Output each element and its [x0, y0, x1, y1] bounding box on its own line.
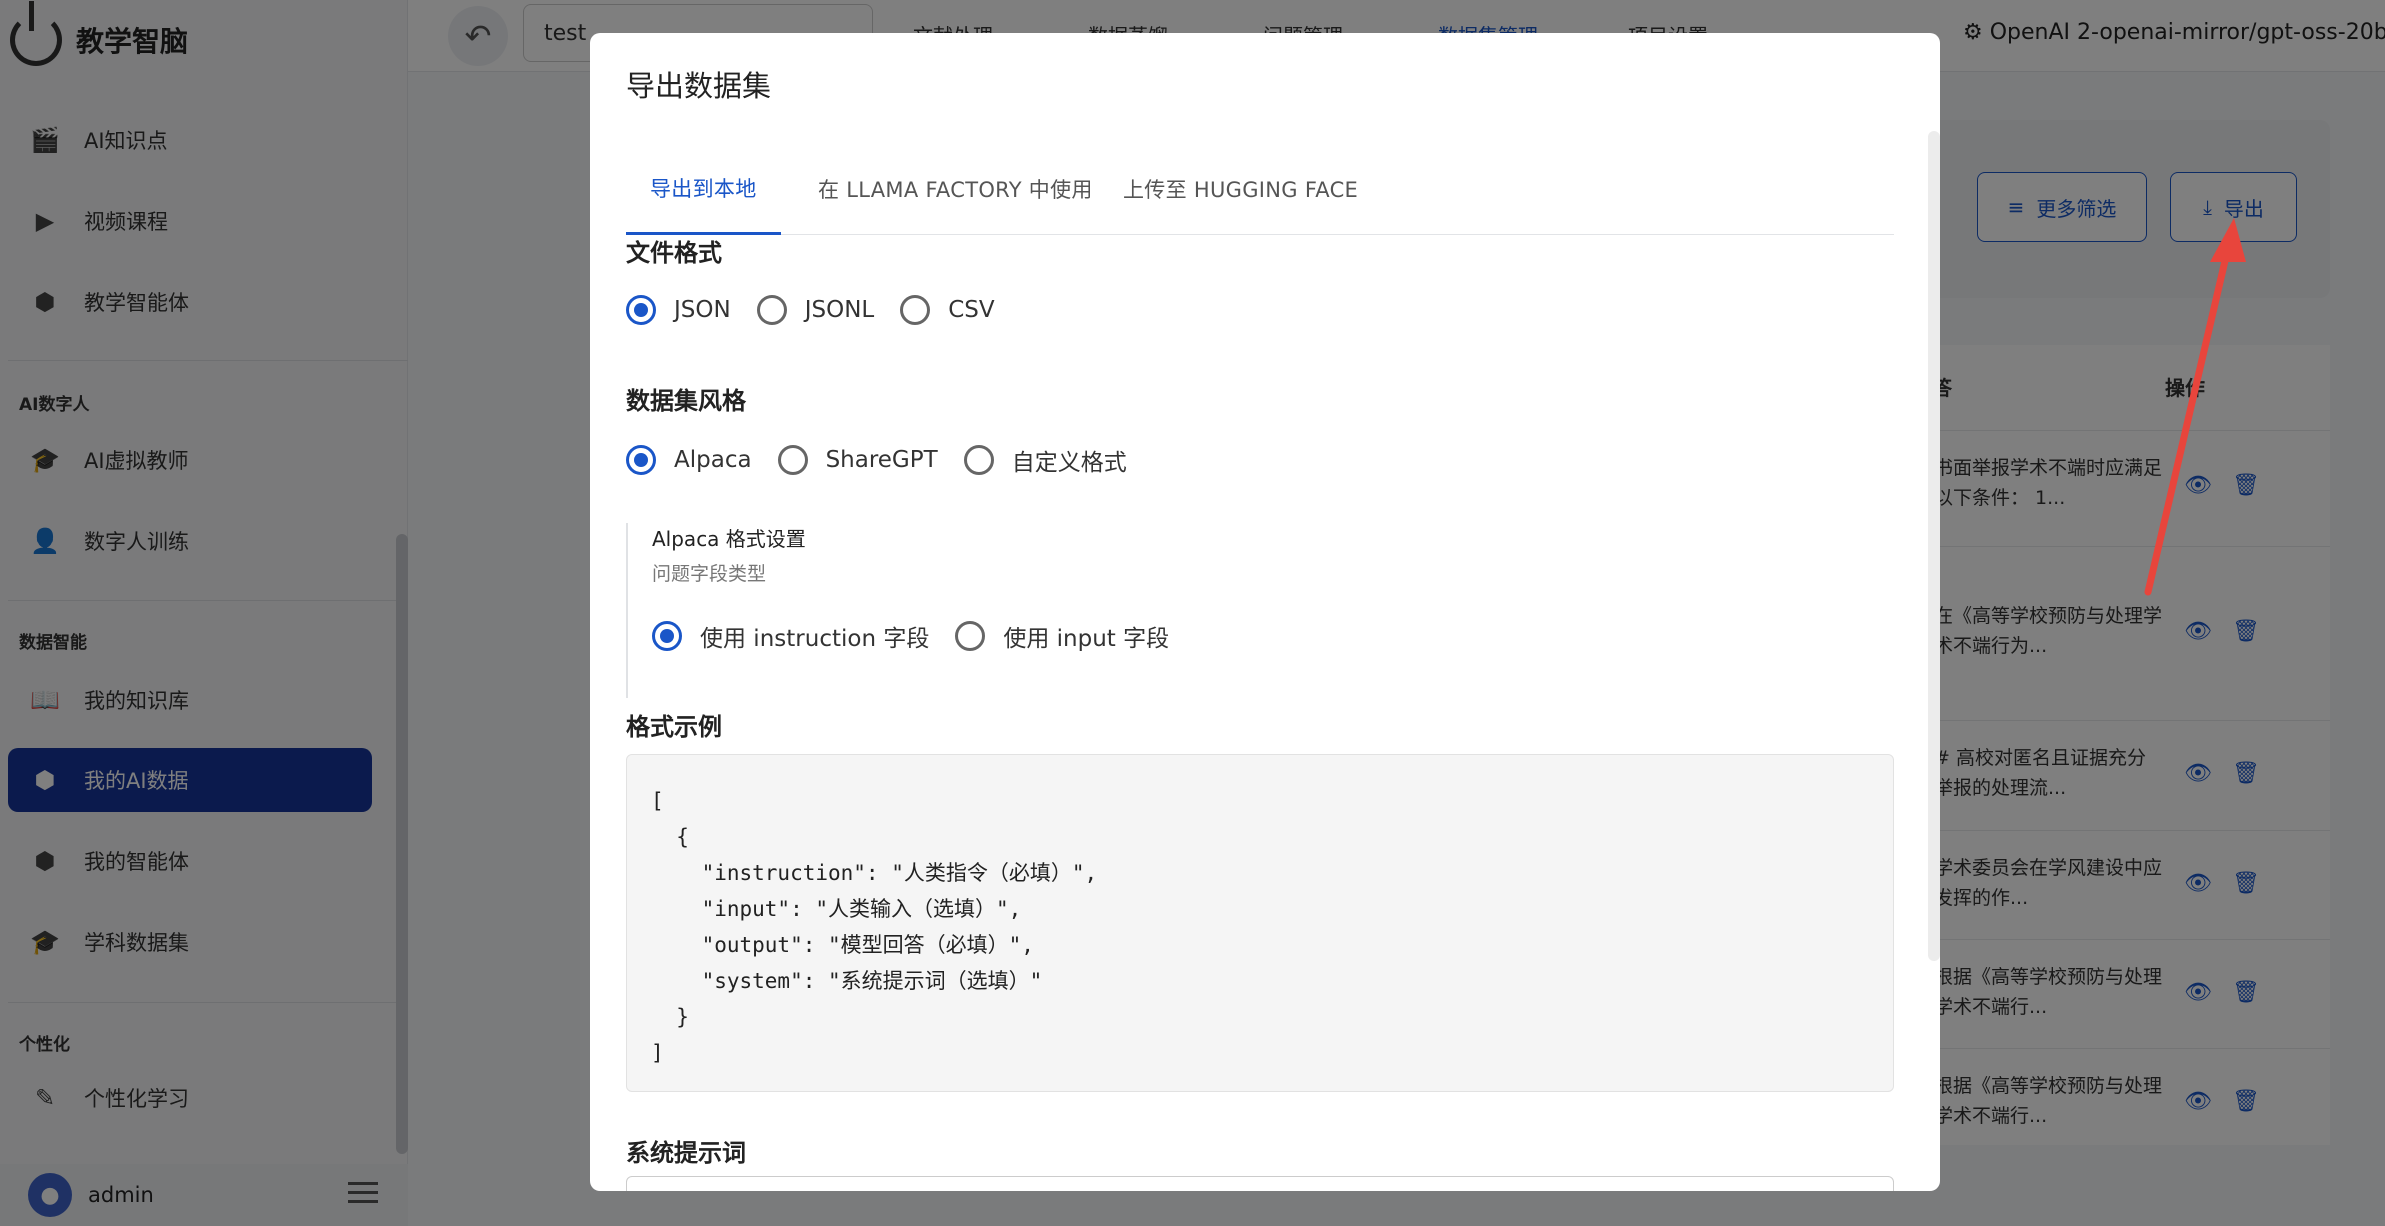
radio-label: ShareGPT — [825, 447, 938, 473]
radio-label: JSONL — [804, 297, 875, 323]
export-dataset-dialog: 导出数据集 导出到本地 在 LLAMA FACTORY 中使用 上传至 HUGG… — [590, 33, 1940, 1191]
code-line: ] — [651, 1041, 664, 1065]
radio-sharegpt[interactable]: ShareGPT — [777, 445, 938, 475]
export-tabs: 导出到本地 在 LLAMA FACTORY 中使用 上传至 HUGGING FA… — [626, 143, 1894, 235]
system-prompt-label: 系统提示词 — [626, 1139, 746, 1167]
radio-label: 使用 instruction 字段 — [700, 626, 930, 652]
radio-label: Alpaca — [674, 447, 752, 473]
question-field-radio-group: 使用 instruction 字段 使用 input 字段 — [652, 619, 1195, 653]
alpaca-settings: Alpaca 格式设置 问题字段类型 使用 instruction 字段 使用 … — [626, 523, 1326, 698]
tab-llama-factory[interactable]: 在 LLAMA FACTORY 中使用 — [806, 143, 1105, 235]
code-line: "system": "系统提示词（选填）" — [651, 969, 1043, 993]
radio-button[interactable] — [955, 621, 986, 651]
code-line: "instruction": "人类指令（必填）", — [651, 861, 1098, 885]
radio-button[interactable] — [652, 621, 682, 651]
question-field-type-label: 问题字段类型 — [652, 563, 767, 585]
radio-button[interactable] — [626, 295, 656, 325]
file-format-radio-group: JSON JSONL CSV — [626, 295, 1021, 325]
radio-alpaca[interactable]: Alpaca — [626, 445, 752, 475]
dialog-title: 导出数据集 — [626, 69, 772, 103]
code-line: "input": "人类输入（选填）", — [651, 897, 1022, 921]
radio-input-field[interactable]: 使用 input 字段 — [955, 619, 1169, 653]
radio-button[interactable] — [963, 445, 994, 475]
dialog-scrollbar[interactable] — [1928, 131, 1940, 961]
alpaca-settings-title: Alpaca 格式设置 — [652, 527, 806, 551]
format-example-code: [ { "instruction": "人类指令（必填）", "input": … — [626, 754, 1894, 1092]
radio-button[interactable] — [626, 445, 656, 475]
code-line: [ — [651, 789, 664, 813]
file-format-label: 文件格式 — [626, 239, 722, 267]
radio-instruction-field[interactable]: 使用 instruction 字段 — [652, 619, 929, 653]
radio-csv[interactable]: CSV — [900, 295, 995, 325]
tab-export-local[interactable]: 导出到本地 — [626, 143, 781, 235]
tab-hugging-face[interactable]: 上传至 HUGGING FACE — [1111, 143, 1370, 235]
code-line: "output": "模型回答（必填）", — [651, 933, 1034, 957]
radio-json[interactable]: JSON — [626, 295, 731, 325]
radio-button[interactable] — [900, 295, 931, 325]
code-line: } — [651, 1005, 689, 1029]
system-prompt-input[interactable] — [626, 1176, 1894, 1191]
radio-label: JSON — [674, 297, 731, 323]
radio-label: 自定义格式 — [1011, 450, 1127, 476]
radio-jsonl[interactable]: JSONL — [756, 295, 875, 325]
dataset-style-label: 数据集风格 — [626, 387, 746, 415]
radio-custom-format[interactable]: 自定义格式 — [963, 443, 1127, 477]
dataset-style-radio-group: Alpaca ShareGPT 自定义格式 — [626, 443, 1153, 477]
code-line: { — [651, 825, 689, 849]
radio-label: 使用 input 字段 — [1003, 626, 1170, 652]
radio-button[interactable] — [756, 295, 787, 325]
format-example-label: 格式示例 — [626, 713, 722, 741]
radio-label: CSV — [948, 297, 995, 323]
radio-button[interactable] — [777, 445, 808, 475]
